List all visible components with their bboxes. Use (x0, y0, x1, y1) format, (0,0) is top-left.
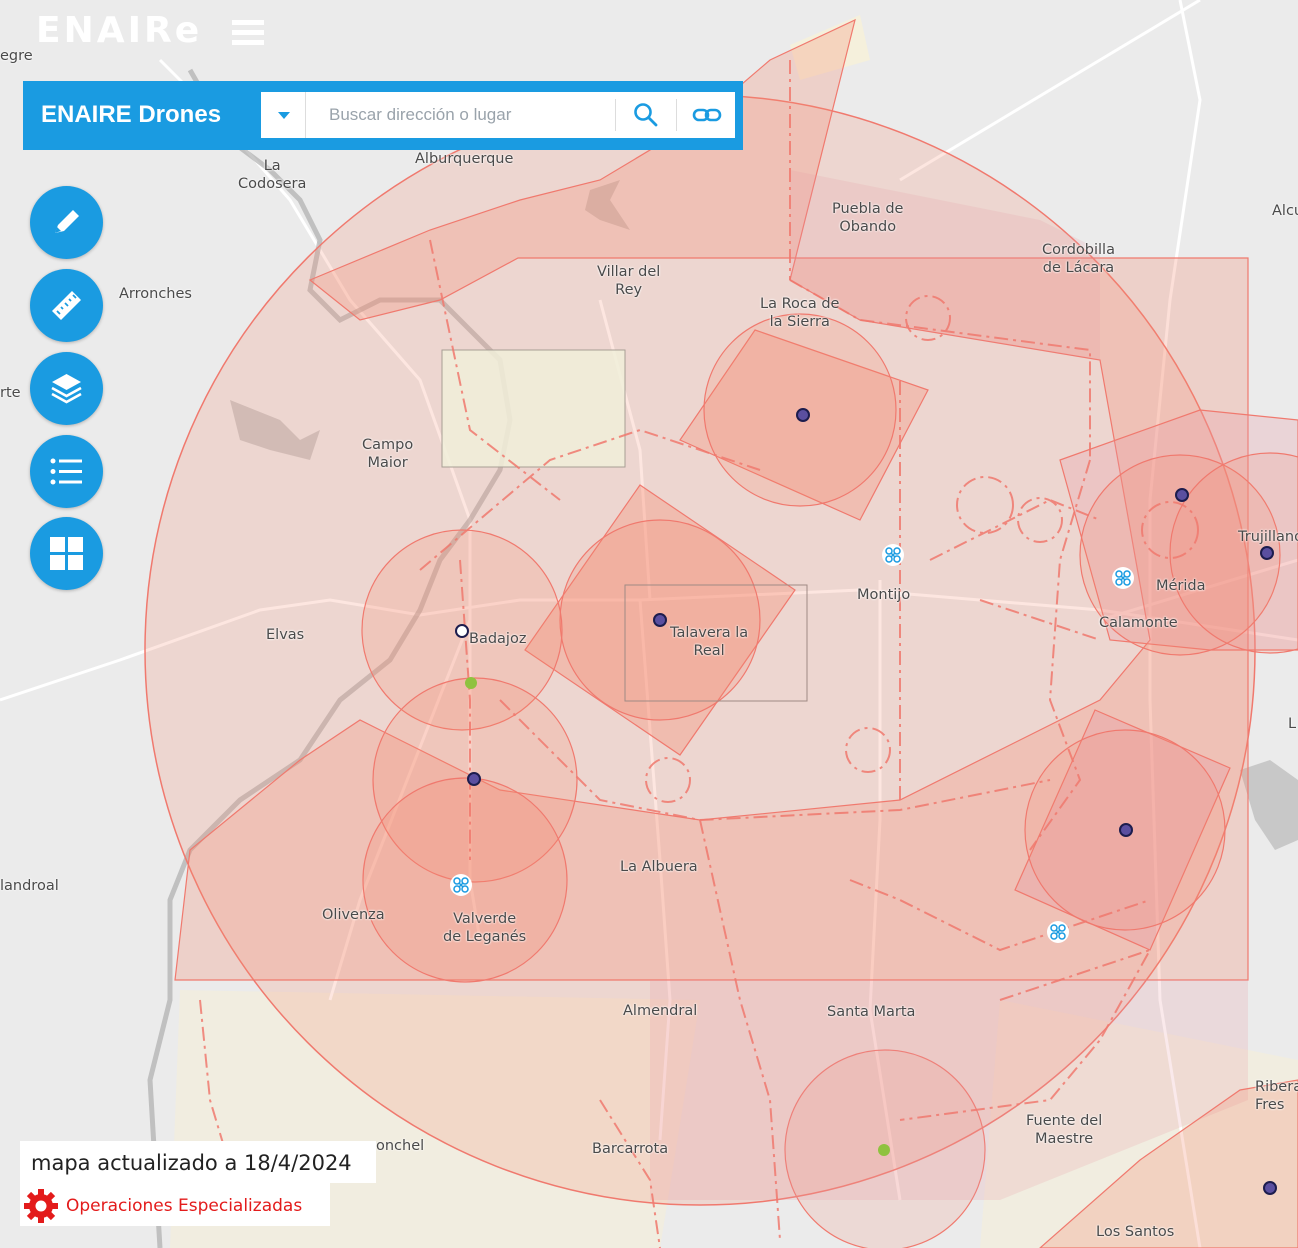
aerodrome-marker[interactable] (1263, 1181, 1277, 1195)
grey-sector-north (441, 349, 626, 468)
search-icon (634, 103, 658, 127)
place-label: Santa Marta (827, 1004, 916, 1020)
pencil-icon (55, 210, 79, 233)
place-label: Alburquerque (415, 151, 514, 167)
divider (615, 99, 616, 131)
place-label: Calamonte (1099, 615, 1178, 631)
map-update-panel: mapa actualizado a 18/4/2024 (20, 1141, 376, 1183)
drone-icon[interactable] (882, 544, 904, 566)
specialized-operations-link[interactable]: Operaciones Especializadas (20, 1183, 330, 1226)
layers-button[interactable] (30, 352, 103, 425)
place-label: Campo Maior (362, 437, 414, 471)
place-label: Trujillano (1238, 529, 1298, 545)
aerodrome-marker[interactable] (455, 624, 469, 638)
green-marker[interactable] (878, 1144, 890, 1156)
place-label: Ribera Fres (1255, 1079, 1298, 1113)
app-toolbar: ENAIRE Drones (23, 81, 743, 150)
gear-icon (24, 1189, 58, 1223)
place-label: Elvas (266, 627, 305, 643)
place-label: La Albuera (620, 859, 698, 875)
place-label: Barcarrota (592, 1141, 669, 1157)
list-icon (50, 458, 82, 485)
share-link-button[interactable] (677, 92, 735, 138)
place-label: Valverde de Leganés (443, 911, 527, 945)
aerodrome-marker[interactable] (1119, 823, 1133, 837)
place-label: Alcu (1272, 203, 1298, 219)
aerodrome-marker[interactable] (467, 772, 481, 786)
place-label: Mérida (1156, 578, 1206, 594)
place-label: L (1288, 716, 1297, 732)
aerodrome-marker[interactable] (1260, 546, 1274, 560)
place-label: Los Santos (1096, 1224, 1175, 1240)
enaire-logo: ENAIRe (36, 10, 203, 51)
drone-icon[interactable] (450, 874, 472, 896)
map-update-text: mapa actualizado a 18/4/2024 (31, 1151, 352, 1175)
enaire-logo-bars (232, 20, 264, 46)
place-label: Puebla de Obando (832, 201, 904, 235)
specialized-operations-label: Operaciones Especializadas (66, 1196, 303, 1216)
drone-icon[interactable] (1112, 567, 1134, 589)
green-marker[interactable] (465, 677, 477, 689)
legend-button[interactable] (30, 435, 103, 508)
draw-tool-button[interactable] (30, 186, 103, 259)
place-label: rte (0, 385, 21, 401)
chevron-down-icon (278, 112, 290, 119)
place-label: Villar del Rey (597, 264, 661, 298)
place-label: Cordobilla de Lácara (1042, 242, 1115, 276)
place-label: Arronches (119, 286, 192, 302)
place-label: onchel (376, 1138, 425, 1154)
drone-icon[interactable] (1047, 921, 1069, 943)
place-label: Olivenza (322, 907, 385, 923)
aerodrome-marker[interactable] (653, 613, 667, 627)
search-source-dropdown[interactable] (261, 92, 306, 138)
basemap-button[interactable] (30, 517, 103, 590)
grid-icon (50, 537, 83, 570)
place-label: landroal (0, 878, 59, 894)
search-button[interactable] (617, 92, 675, 138)
aerodrome-marker[interactable] (796, 408, 810, 422)
link-icon (692, 108, 722, 122)
place-label: Almendral (623, 1003, 698, 1019)
measure-tool-button[interactable] (30, 269, 103, 342)
place-label: La Codosera (238, 158, 307, 192)
search-input[interactable] (317, 100, 607, 130)
ruler-icon (52, 291, 81, 320)
place-label: Badajoz (469, 631, 527, 647)
place-label: Talavera la Real (670, 625, 749, 659)
place-label: Montijo (857, 587, 911, 603)
app-title: ENAIRE Drones (41, 101, 222, 128)
search-box (261, 92, 735, 138)
layers-icon (51, 374, 82, 404)
aerodrome-marker[interactable] (1175, 488, 1189, 502)
place-label: Fuente del Maestre (1026, 1113, 1103, 1147)
place-label: La Roca de la Sierra (760, 296, 840, 330)
place-label: egre (0, 48, 33, 64)
